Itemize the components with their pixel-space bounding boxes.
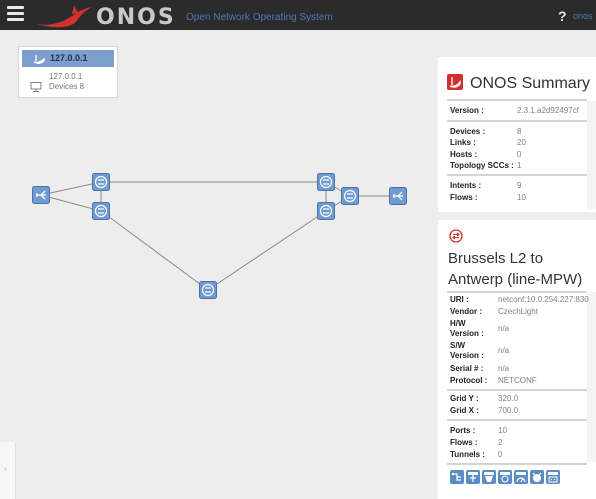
show-relatedviews-icon[interactable] <box>450 470 464 484</box>
intents-label: Intents : <box>450 181 482 190</box>
divider <box>447 389 587 391</box>
protocol-value: NETCONF <box>498 376 537 385</box>
nav-menu-icon[interactable] <box>7 6 24 24</box>
onos-gui: ONOS Open Network Operating System ? ono… <box>0 0 596 499</box>
device-roadm-icon[interactable] <box>32 186 50 204</box>
flows-label: Flows : <box>450 438 478 447</box>
details-scrollbar[interactable] <box>587 292 596 462</box>
help-icon[interactable]: ? <box>558 8 567 24</box>
gridx-value: 700.0 <box>498 406 519 415</box>
sccs-label: Topology SCCs : <box>450 161 514 170</box>
divider <box>447 174 587 176</box>
sw-label-version: Version : <box>450 351 484 360</box>
links-label: Links : <box>450 138 476 147</box>
divider <box>447 99 587 101</box>
link[interactable] <box>100 210 209 291</box>
gridx-label: Grid X : <box>450 406 479 415</box>
instance-ip: 127.0.0.1 <box>49 72 83 81</box>
gridy-label: Grid Y : <box>450 394 479 403</box>
vendor-value: CzechLight <box>498 307 539 316</box>
topology-canvas[interactable] <box>0 30 437 499</box>
device-switch-icon[interactable] <box>199 281 217 299</box>
intents-value: 9 <box>517 181 522 190</box>
device-title: Brussels L2 to Antwerp (line-MPW) <box>448 250 583 288</box>
summary-scrollbar[interactable] <box>587 101 596 209</box>
onos-instance-icon <box>33 55 45 64</box>
hosts-value: 0 <box>517 150 522 159</box>
hw-label-version: Version : <box>450 329 484 338</box>
hw-label: H/W <box>450 319 466 328</box>
flows-value: 2 <box>498 438 503 447</box>
monitor-icon <box>30 82 42 92</box>
device-switch-icon[interactable] <box>341 187 359 205</box>
device-switch-icon[interactable] <box>92 202 110 220</box>
device-switch-icon[interactable] <box>92 173 110 191</box>
divider <box>447 291 587 293</box>
ports-value: 10 <box>498 426 507 435</box>
instance-header[interactable]: 127.0.0.1 <box>22 50 114 67</box>
sccs-value: 1 <box>517 161 522 170</box>
brand-tagline: Open Network Operating System <box>186 12 333 23</box>
summary-title: ONOS Summary <box>470 75 591 92</box>
serial-label: Serial # : <box>450 364 484 373</box>
links-value: 20 <box>517 138 526 147</box>
divider <box>447 463 587 465</box>
tunnels-value: 0 <box>498 450 503 459</box>
uri-value: netconf:10.0.254.227:830 <box>498 295 589 304</box>
meters-table-icon[interactable] <box>514 470 528 484</box>
details-toggle-tab[interactable]: › <box>0 442 16 499</box>
sw-value: n/a <box>498 346 510 355</box>
device-details-panel: Brussels L2 to Antwerp (line-MPW) URI : … <box>438 220 596 499</box>
divider <box>447 419 587 421</box>
brand-name: ONOS <box>96 5 176 30</box>
tunnels-label: Tunnels : <box>450 450 485 459</box>
devices-label: Devices : <box>450 127 486 136</box>
serial-value: n/a <box>498 364 510 373</box>
flows-value: 10 <box>517 193 526 202</box>
flows-table-icon[interactable] <box>482 470 496 484</box>
instance-panel[interactable]: 127.0.0.1 127.0.0.1 Devices 8 <box>18 46 118 98</box>
groups-table-icon[interactable] <box>498 470 512 484</box>
ports-label: Ports : <box>450 426 476 435</box>
pipeconf-icon[interactable] <box>530 470 544 484</box>
tunnels-icon[interactable] <box>546 470 560 484</box>
link[interactable] <box>207 210 327 291</box>
switch-device-icon <box>449 229 463 243</box>
masthead: ONOS Open Network Operating System ? ono… <box>0 0 596 30</box>
flows-label: Flows : <box>450 193 478 202</box>
divider <box>447 120 587 122</box>
summary-panel: ONOS Summary Version : 2.3.1.a2d92497cf … <box>438 57 596 212</box>
gridy-value: 320.0 <box>498 394 519 403</box>
uri-label: URI : <box>450 295 469 304</box>
protocol-label: Protocol : <box>450 376 488 385</box>
hosts-label: Hosts : <box>450 150 478 159</box>
topology-links <box>40 181 398 291</box>
device-switch-icon[interactable] <box>317 173 335 191</box>
hw-value: n/a <box>498 324 510 333</box>
version-label: Version : <box>450 106 484 115</box>
version-value: 2.3.1.a2d92497cf <box>517 106 579 115</box>
ports-table-icon[interactable] <box>466 470 480 484</box>
sw-label: S/W <box>450 341 466 350</box>
user-menu[interactable]: onos <box>573 11 593 21</box>
instance-title: 127.0.0.1 <box>50 53 88 63</box>
instance-device-count: Devices 8 <box>49 82 85 91</box>
chevron-right-icon: › <box>4 464 7 473</box>
onos-logo-icon <box>447 74 463 90</box>
device-switch-icon[interactable] <box>317 202 335 220</box>
device-roadm-icon[interactable] <box>389 187 407 205</box>
vendor-label: Vendor : <box>450 307 483 316</box>
devices-value: 8 <box>517 127 522 136</box>
